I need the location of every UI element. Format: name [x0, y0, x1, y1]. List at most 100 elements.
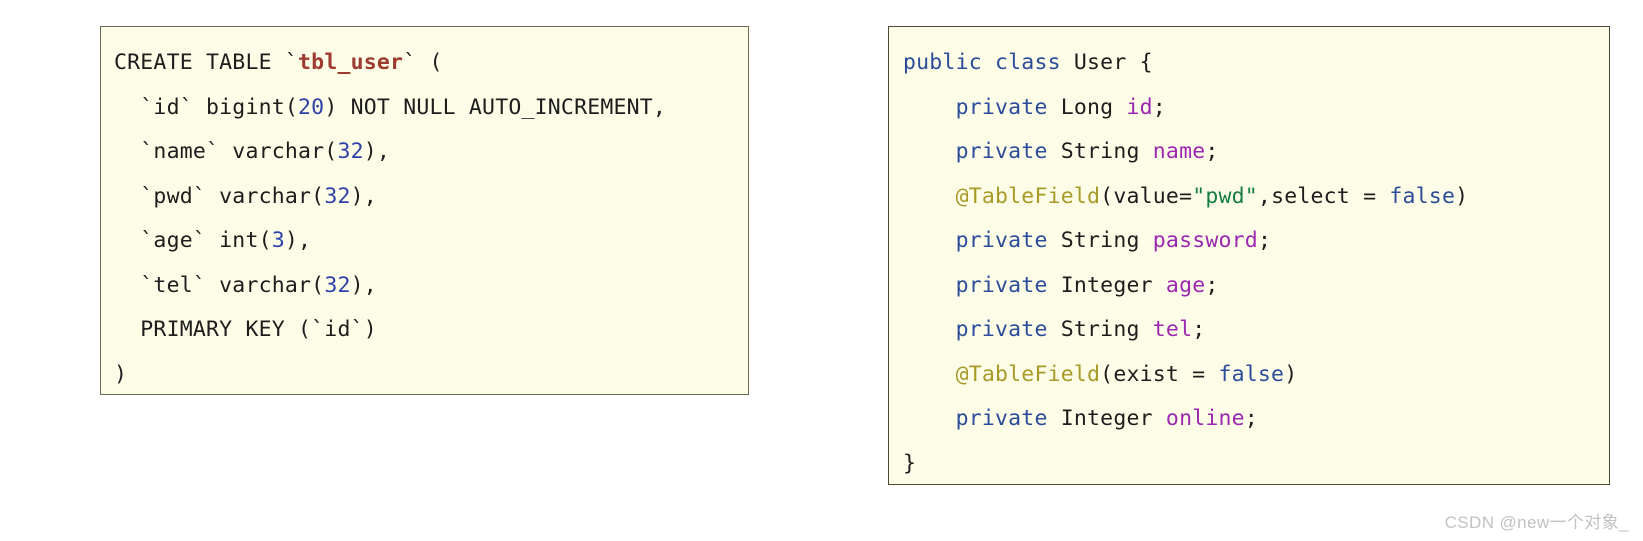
code-token-field: online — [1165, 406, 1245, 431]
code-token-plain: } — [903, 450, 917, 476]
code-token-keyword: false — [1389, 183, 1456, 209]
code-token-keyword: private — [955, 406, 1048, 431]
code-token-plain: ; — [1192, 317, 1206, 342]
code-token-plain: `age` int( — [114, 228, 272, 253]
code-token-plain: `pwd` varchar( — [114, 183, 325, 209]
code-token-number: 32 — [337, 139, 364, 164]
code-line: private String tel; — [889, 308, 1609, 353]
code-token-plain: `id` bigint( — [114, 94, 299, 120]
code-token-plain: (exist = — [1100, 361, 1219, 387]
code-token-plain: ), — [363, 139, 391, 164]
code-token-plain: ) — [114, 361, 128, 387]
code-token-plain: PRIMARY KEY (`id`) — [114, 317, 377, 342]
code-token-plain: CREATE TABLE — [114, 50, 285, 75]
code-line: private Long id; — [889, 86, 1609, 131]
code-token-keyword: private — [955, 228, 1048, 253]
code-token-number: 3 — [271, 228, 285, 253]
code-token-plain: ; — [1205, 139, 1219, 164]
java-code-panel: public class User { private Long id; pri… — [888, 26, 1610, 485]
code-token-plain: { — [1126, 50, 1153, 75]
code-token-type: String — [1060, 228, 1140, 253]
code-line: CREATE TABLE `tbl_user` ( — [101, 41, 748, 86]
code-line: PRIMARY KEY (`id`) — [101, 308, 748, 353]
code-token-plain: `tel` varchar( — [114, 272, 325, 298]
code-token-field: name — [1152, 139, 1206, 164]
code-token-keyword: private — [955, 94, 1048, 120]
code-token-plain: ), — [350, 183, 377, 209]
code-token-plain: ` — [403, 50, 417, 75]
code-token-number: 20 — [298, 94, 325, 120]
code-token-plain: ( — [416, 50, 443, 75]
code-line: public class User { — [889, 41, 1609, 86]
sql-code-panel: CREATE TABLE `tbl_user` ( `id` bigint(20… — [100, 26, 749, 395]
code-token-type: String — [1060, 139, 1140, 164]
csdn-watermark: CSDN @new一个对象_ — [1444, 513, 1629, 532]
code-line: private Integer age; — [889, 264, 1609, 309]
code-line: `age` int(3), — [101, 219, 748, 264]
code-token-field: id — [1126, 94, 1153, 120]
code-token-number: 32 — [324, 183, 351, 209]
code-token-number: 32 — [324, 272, 351, 298]
code-token-type: Integer — [1060, 272, 1153, 298]
code-token-field: tel — [1152, 317, 1193, 342]
code-token-type: Long — [1060, 94, 1114, 120]
code-token-plain: ), — [284, 228, 312, 253]
code-token-plain: ` — [284, 50, 299, 75]
code-line: @TableField(exist = false) — [889, 353, 1609, 398]
code-line: `pwd` varchar(32), — [101, 175, 748, 220]
code-token-keyword: private — [955, 272, 1048, 298]
sql-code-body: CREATE TABLE `tbl_user` ( `id` bigint(20… — [101, 27, 748, 395]
code-token-plain: ; — [1244, 406, 1258, 431]
code-token-plain: ) — [1284, 361, 1298, 387]
code-line: `id` bigint(20) NOT NULL AUTO_INCREMENT, — [101, 86, 748, 131]
code-token-annot: @TableField — [955, 183, 1101, 209]
code-line: ) — [101, 353, 748, 395]
code-line: `name` varchar(32), — [101, 130, 748, 175]
code-token-field: age — [1165, 272, 1206, 298]
code-token-keyword: private — [955, 139, 1048, 164]
code-token-plain: ; — [1257, 228, 1272, 253]
code-line: @TableField(value="pwd",select = false) — [889, 175, 1609, 220]
code-token-plain: ) — [1455, 183, 1469, 209]
code-token-plain: (value= — [1100, 183, 1193, 209]
code-token-type: String — [1060, 317, 1140, 342]
code-token-keyword: private — [955, 317, 1048, 342]
code-token-annot: @TableField — [955, 361, 1101, 387]
code-token-keyword: false — [1218, 361, 1285, 387]
code-token-plain: ), — [350, 272, 377, 298]
code-token-plain: ,select = — [1257, 183, 1390, 209]
code-token-string: "pwd" — [1192, 183, 1258, 209]
code-token-plain: ) NOT NULL AUTO_INCREMENT, — [324, 94, 667, 120]
code-token-type: User — [1073, 50, 1127, 75]
code-line: private String password; — [889, 219, 1609, 264]
code-line: } — [889, 442, 1609, 485]
java-code-body: public class User { private Long id; pri… — [889, 27, 1609, 485]
code-token-plain: ; — [1205, 272, 1219, 298]
code-line: `tel` varchar(32), — [101, 264, 748, 309]
code-line: private String name; — [889, 130, 1609, 175]
code-token-table: tbl_user — [298, 50, 404, 75]
code-line: private Integer online; — [889, 397, 1609, 442]
code-token-plain: ; — [1152, 94, 1166, 120]
